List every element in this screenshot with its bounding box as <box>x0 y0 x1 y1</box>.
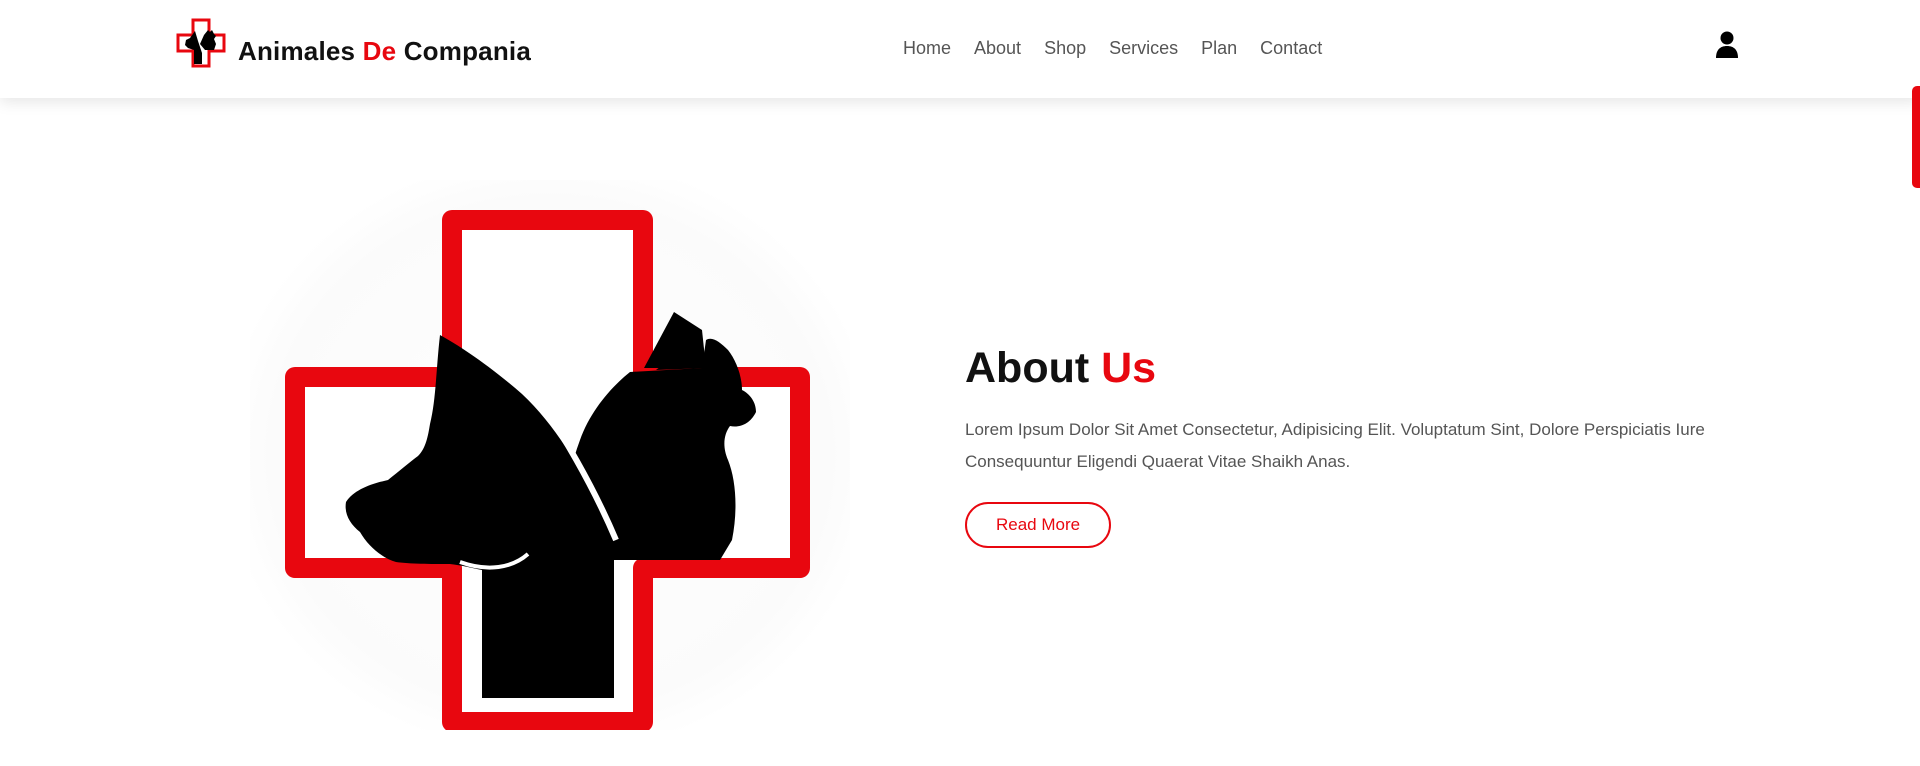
brand-name: Animales De Compania <box>238 36 531 66</box>
vet-cross-dog-cat-image <box>250 180 850 732</box>
user-icon[interactable] <box>1715 31 1739 59</box>
vet-cross-pets-logo-icon <box>176 18 226 68</box>
read-more-button[interactable]: Read More <box>965 502 1112 549</box>
site-header: Animales De Compania Home About Shop Ser… <box>0 0 1920 98</box>
nav-about[interactable]: About <box>974 36 1021 60</box>
about-title: About Us <box>965 344 1157 392</box>
main-nav: Home About Shop Services Plan Contact <box>903 36 1345 60</box>
about-image <box>250 180 850 732</box>
nav-contact[interactable]: Contact <box>1260 36 1322 60</box>
scrollbar-thumb[interactable] <box>1912 86 1920 188</box>
nav-home[interactable]: Home <box>903 36 951 60</box>
nav-shop[interactable]: Shop <box>1044 36 1086 60</box>
about-description: Lorem Ipsum Dolor Sit Amet Consectetur, … <box>965 420 1705 472</box>
about-section: About Us Lorem Ipsum Dolor Sit Amet Cons… <box>965 344 1745 549</box>
nav-plan[interactable]: Plan <box>1201 36 1237 60</box>
nav-services[interactable]: Services <box>1109 36 1178 60</box>
brand-logo-link[interactable]: Animales De Compania <box>176 18 531 68</box>
